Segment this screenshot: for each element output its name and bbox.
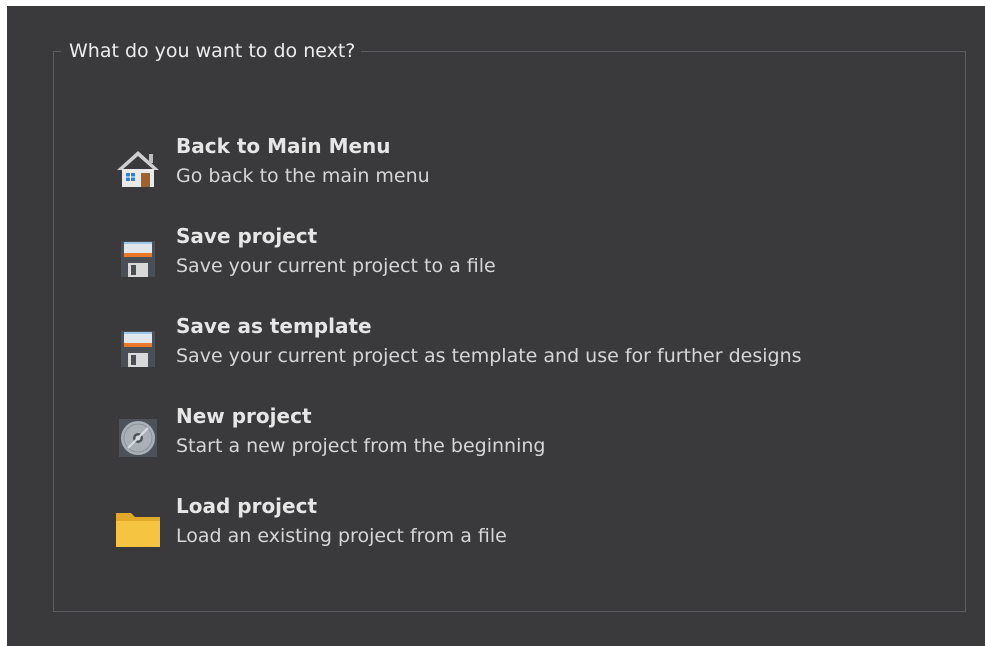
- back-to-main-menu-button[interactable]: Back to Main Menu Go back to the main me…: [113, 133, 873, 197]
- dialog-panel: What do you want to do next? Back to Mai…: [7, 6, 985, 646]
- action-title: Save as template: [176, 314, 372, 338]
- action-description: Load an existing project from a file: [176, 525, 507, 547]
- save-project-button[interactable]: Save project Save your current project t…: [113, 223, 873, 287]
- disc-icon: [119, 419, 157, 457]
- groupbox-title: What do you want to do next?: [61, 38, 362, 64]
- floppy-disk-icon: [121, 241, 155, 277]
- floppy-disk-icon: [121, 331, 155, 367]
- action-title: Save project: [176, 224, 318, 248]
- action-title: Back to Main Menu: [176, 134, 391, 158]
- action-description: Start a new project from the beginning: [176, 435, 546, 457]
- new-project-button[interactable]: New project Start a new project from the…: [113, 403, 873, 467]
- house-icon: [117, 151, 159, 187]
- folder-icon: [116, 513, 160, 547]
- action-description: Go back to the main menu: [176, 165, 430, 187]
- action-title: Load project: [176, 494, 318, 518]
- action-title: New project: [176, 404, 312, 428]
- action-description: Save your current project as template an…: [176, 345, 802, 367]
- load-project-button[interactable]: Load project Load an existing project fr…: [113, 493, 873, 557]
- action-description: Save your current project to a file: [176, 255, 496, 277]
- save-as-template-button[interactable]: Save as template Save your current proje…: [113, 313, 873, 377]
